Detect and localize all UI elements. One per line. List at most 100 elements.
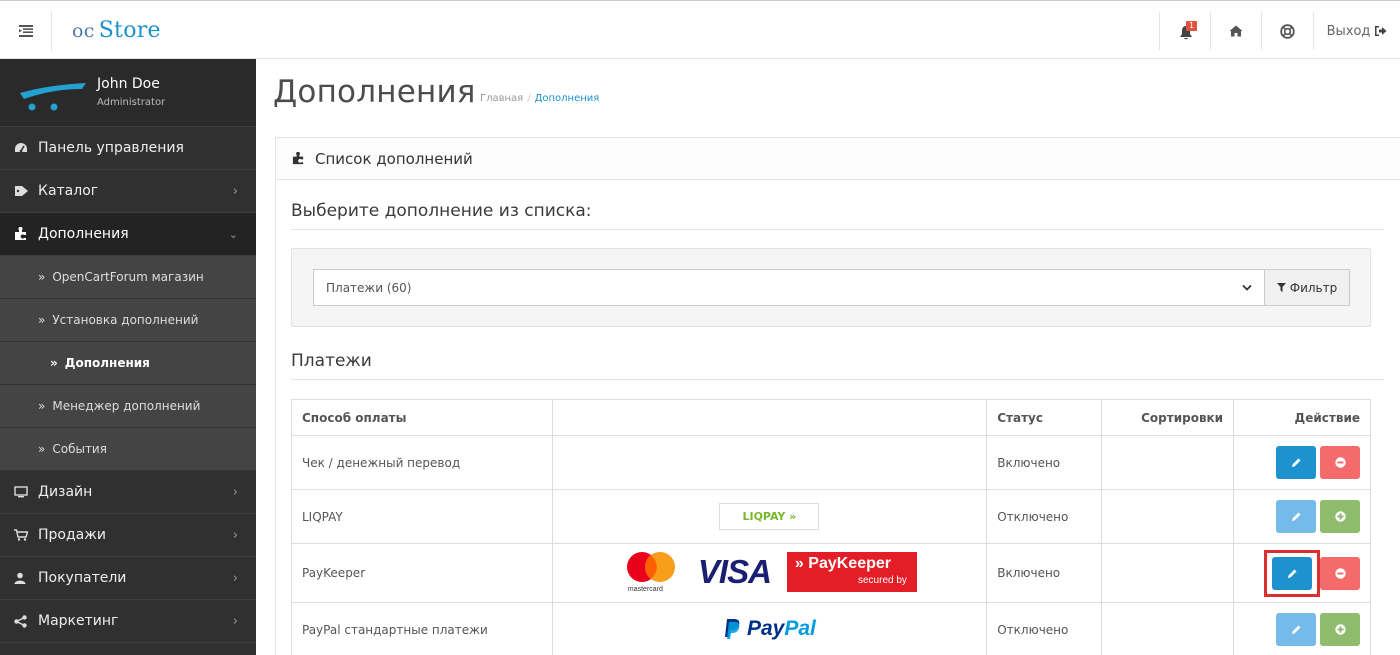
pencil-icon — [1291, 625, 1300, 634]
extension-type-select[interactable]: Платежи (60) — [313, 269, 1264, 306]
sidebar-subitem-installer[interactable]: » Установка дополнений — [0, 299, 256, 342]
sidebar-item-customers[interactable]: Покупатели › — [0, 557, 256, 600]
store-logo[interactable]: oc Store — [72, 18, 161, 43]
chevron-right-icon: › — [232, 485, 238, 500]
logout-label: Выход — [1326, 23, 1371, 39]
uninstall-button[interactable] — [1320, 556, 1360, 590]
cart-logo-icon — [20, 83, 86, 111]
liqpay-logo: LIQPAY » — [719, 503, 820, 530]
user-name: John Doe — [97, 76, 160, 92]
payment-actions — [1233, 435, 1371, 490]
payment-sort — [1101, 602, 1235, 655]
sidebar-subitem-events[interactable]: » События — [0, 428, 256, 471]
payment-actions — [1233, 543, 1371, 603]
sidebar-item-label: Покупатели — [38, 570, 127, 586]
paypal-logo: PayPal — [723, 617, 816, 641]
alerts-button[interactable]: 1 — [1159, 12, 1210, 50]
payment-logo — [551, 435, 988, 490]
menu-toggle-button[interactable] — [0, 11, 52, 51]
payment-actions — [1233, 602, 1371, 655]
payment-logo: LIQPAY » — [551, 489, 988, 544]
sidebar-item-label: Панель управления — [38, 140, 184, 156]
page-title: Дополнения — [273, 74, 476, 110]
payment-sort — [1101, 489, 1235, 544]
table-row: PayPal стандартные платежи PayPal Отключ… — [291, 602, 1371, 655]
user-profile[interactable]: John Doe Administrator — [0, 59, 256, 127]
column-header-method[interactable]: Способ оплаты — [291, 399, 553, 436]
table-header-row: Способ оплаты Статус Сортировки Действие — [291, 399, 1371, 436]
paypal-p-icon — [724, 618, 740, 639]
sidebar-item-marketing[interactable]: Маркетинг › — [0, 600, 256, 643]
payment-status: Включено — [986, 435, 1103, 490]
payment-logo: PayPal — [551, 602, 988, 655]
chevron-right-icon: › — [232, 614, 238, 629]
sidebar-item-label: Дополнения — [38, 226, 129, 242]
edit-button[interactable] — [1276, 613, 1316, 646]
payment-name: PayKeeper — [291, 543, 553, 603]
filter-button[interactable]: Фильтр — [1264, 269, 1350, 306]
sidebar-item-label: Маркетинг — [38, 613, 119, 629]
sidebar-item-catalog[interactable]: Каталог › — [0, 170, 256, 213]
paykeeper-logos: mastercard VISA » PayKeeper secured by — [622, 550, 917, 594]
payment-sort — [1101, 543, 1235, 603]
paykeeper-name: PayKeeper — [808, 554, 891, 572]
paypal-pay-text: Pay — [746, 616, 785, 640]
logo-main: Store — [98, 18, 161, 43]
double-chevron-icon: » — [38, 399, 46, 413]
sidebar-subitem-extensions[interactable]: » Дополнения — [0, 342, 256, 385]
pencil-icon — [1291, 458, 1300, 467]
life-ring-icon — [1280, 23, 1295, 39]
sidebar-subitem-label: События — [52, 442, 107, 456]
uninstall-button[interactable] — [1320, 446, 1360, 479]
edit-button[interactable] — [1276, 500, 1316, 533]
column-header-logo — [551, 399, 988, 436]
select-prompt: Выберите дополнение из списка: — [291, 201, 592, 221]
sidebar-subitem-opencartforum[interactable]: » OpenCartForum магазин — [0, 256, 256, 299]
logo-prefix: oc — [72, 20, 95, 42]
minus-circle-icon — [1334, 567, 1346, 579]
sidebar-subitem-label: OpenCartForum магазин — [52, 270, 204, 284]
filter-button-label: Фильтр — [1289, 280, 1338, 295]
payment-name: LIQPAY — [291, 489, 553, 544]
breadcrumb-current-link[interactable]: Дополнения — [535, 93, 600, 104]
visa-logo: VISA — [697, 552, 772, 590]
menu-icon — [18, 25, 33, 37]
sidebar-item-design[interactable]: Дизайн › — [0, 471, 256, 514]
divider — [291, 379, 1384, 380]
plus-circle-icon — [1334, 511, 1346, 522]
paykeeper-subtext: secured by — [858, 574, 907, 586]
panel-heading-text: Список дополнений — [315, 149, 473, 168]
payment-name: PayPal стандартные платежи — [291, 602, 553, 655]
chevron-right-icon: › — [232, 571, 238, 586]
payment-status: Отключено — [986, 489, 1103, 544]
edit-button[interactable] — [1276, 446, 1316, 479]
sidebar-subitem-modifications[interactable]: » Менеджер дополнений — [0, 385, 256, 428]
user-role: Administrator — [97, 97, 166, 108]
mastercard-logo: mastercard — [622, 550, 682, 594]
liqpay-logo-text: LIQPAY — [742, 510, 786, 523]
dashboard-icon — [14, 142, 38, 154]
column-header-status[interactable]: Статус — [986, 399, 1103, 436]
top-header: oc Store 1 Выход — [0, 0, 1400, 59]
extensions-panel: Список дополнений Выберите дополнение из… — [275, 137, 1400, 655]
share-icon — [14, 614, 38, 628]
minus-circle-icon — [1334, 457, 1346, 468]
home-button[interactable] — [1210, 12, 1261, 50]
monitor-icon — [14, 486, 38, 498]
highlight-frame — [1264, 549, 1320, 597]
edit-button[interactable] — [1272, 556, 1312, 590]
logout-button[interactable]: Выход — [1313, 12, 1400, 50]
paykeeper-logo-text: » PayKeeper — [794, 554, 891, 572]
install-button[interactable] — [1320, 500, 1360, 533]
install-button[interactable] — [1320, 613, 1360, 646]
help-button[interactable] — [1261, 12, 1313, 50]
column-header-sort[interactable]: Сортировки — [1101, 399, 1235, 436]
double-chevron-icon: » — [50, 356, 58, 370]
chevron-right-icon: › — [232, 184, 238, 199]
breadcrumb-home-link[interactable]: Главная — [480, 93, 523, 104]
sidebar-item-extensions[interactable]: Дополнения ⌄ — [0, 213, 256, 256]
plus-circle-icon — [1334, 624, 1346, 635]
sidebar-item-sales[interactable]: Продажи › — [0, 514, 256, 557]
sidebar-item-dashboard[interactable]: Панель управления — [0, 127, 256, 170]
chevron-down-icon — [1242, 281, 1252, 295]
